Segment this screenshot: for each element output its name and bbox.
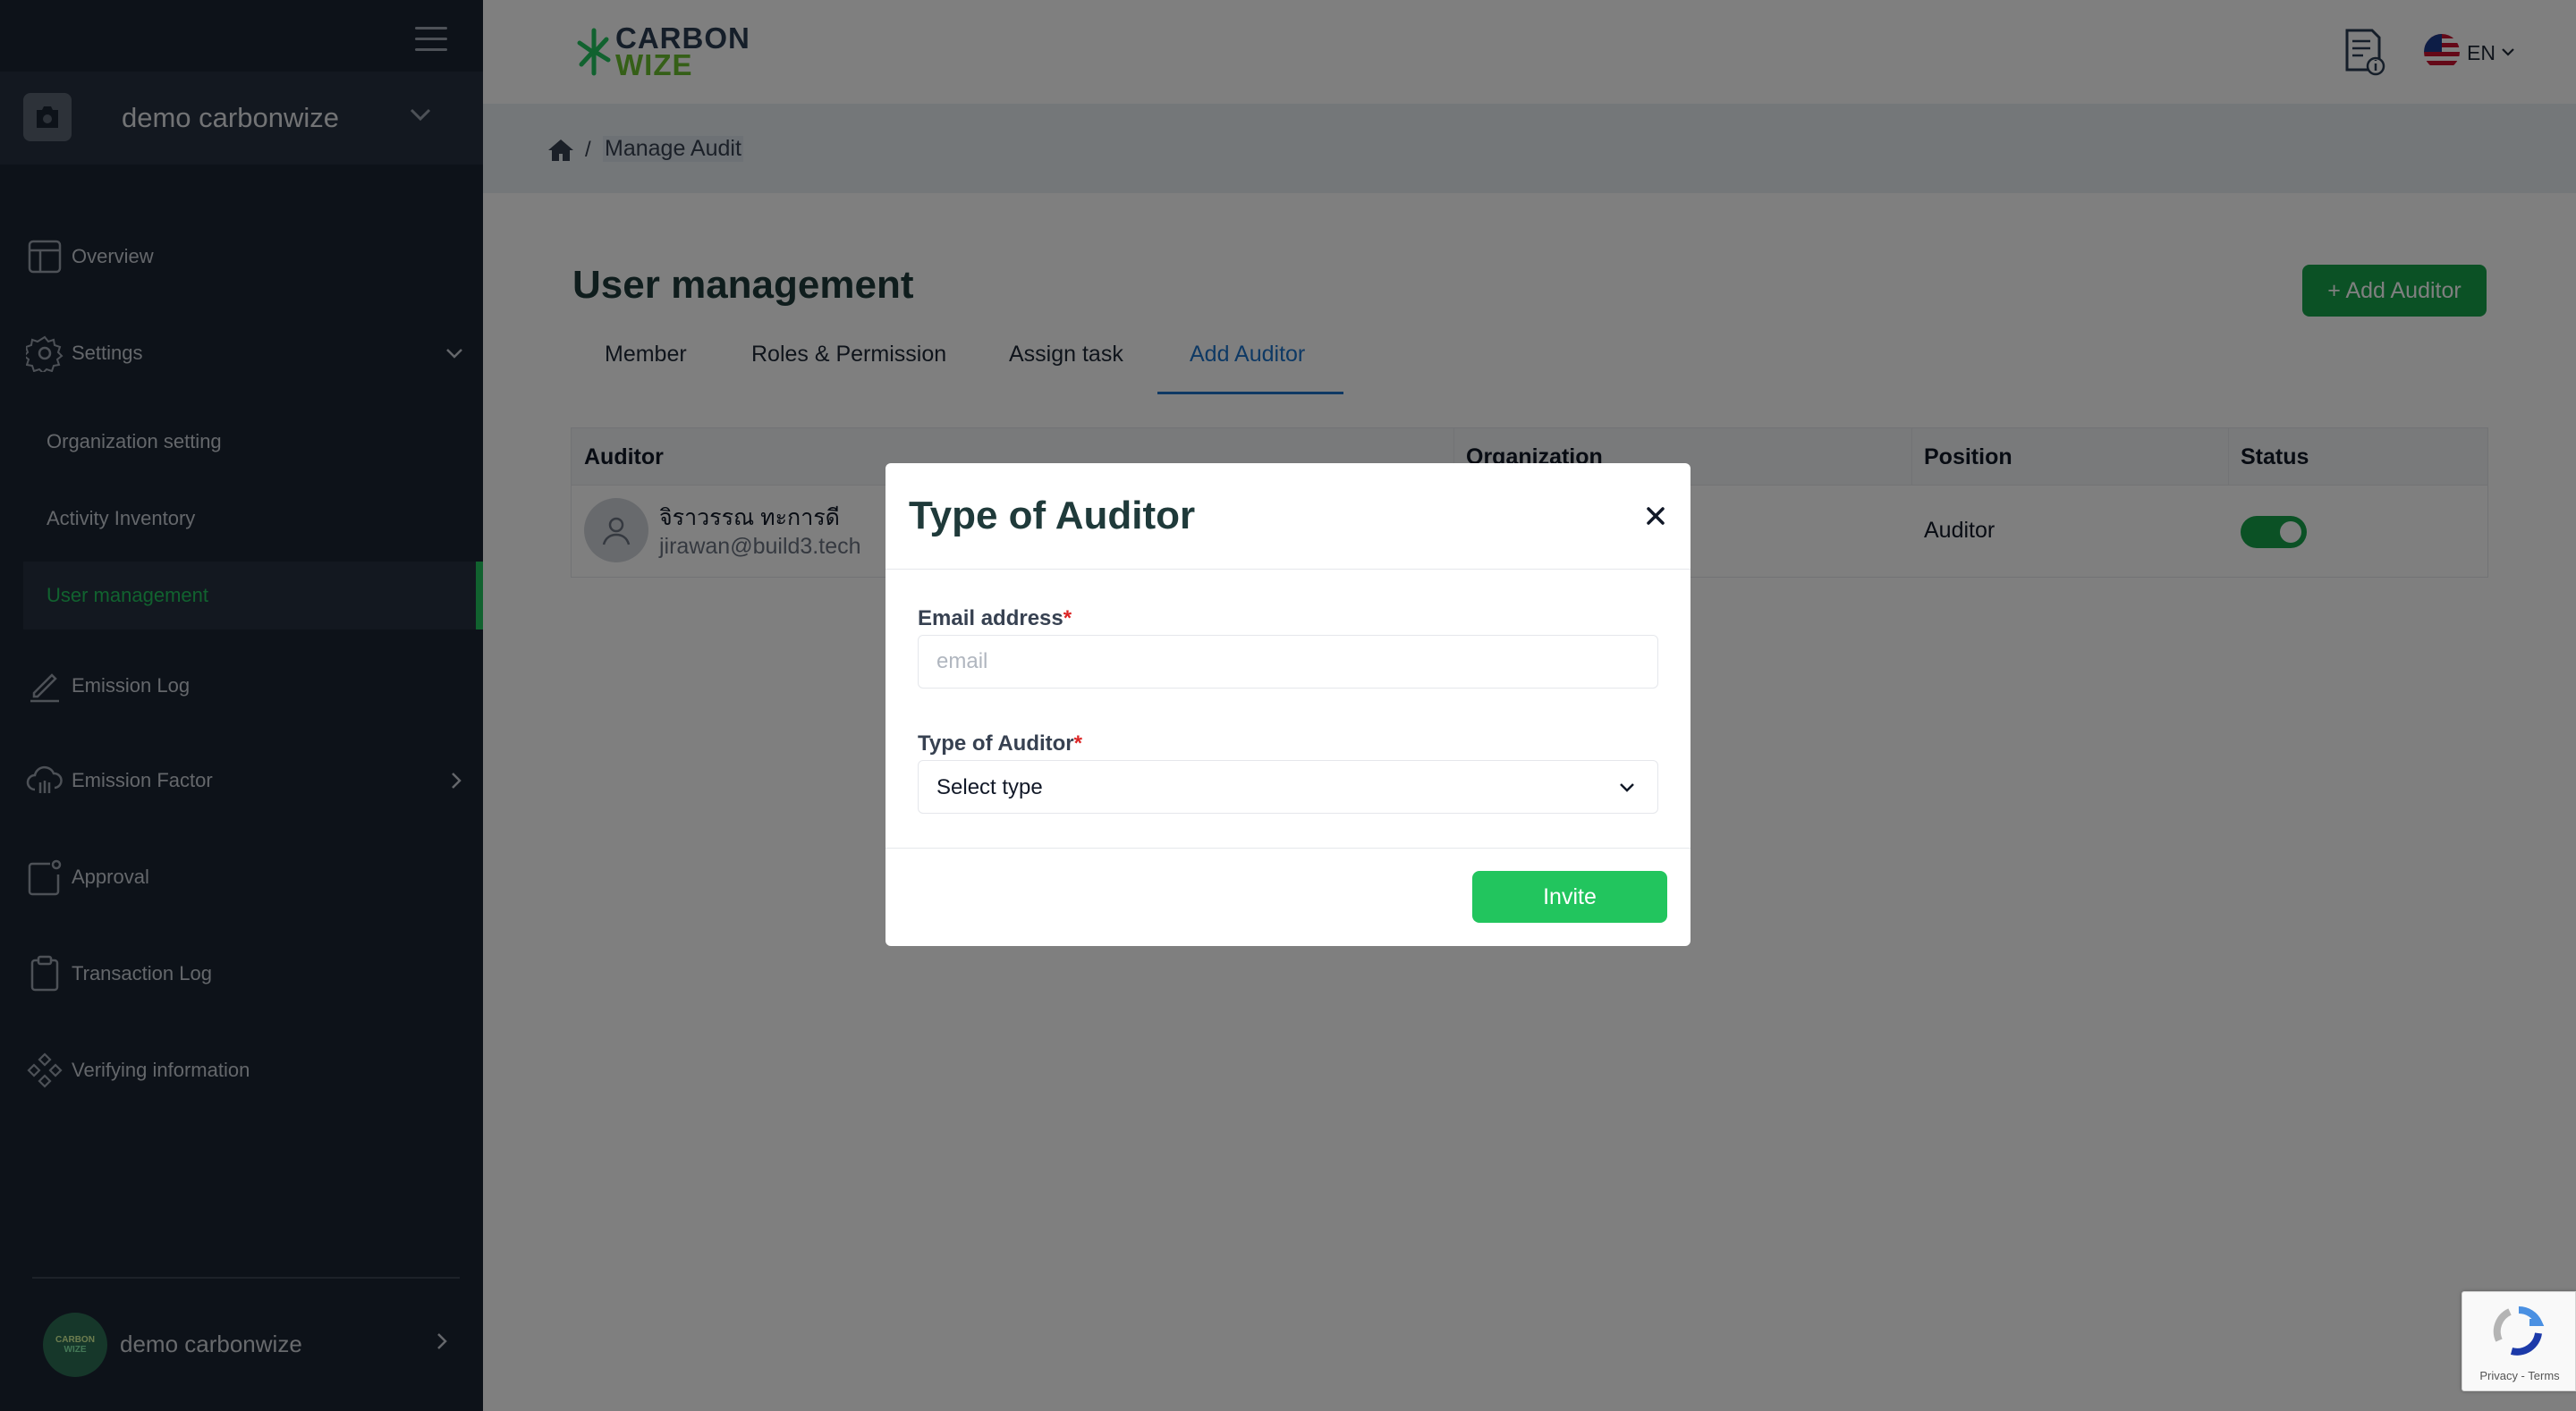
type-of-auditor-modal: Type of Auditor Email address* Type of A…: [886, 463, 1690, 946]
email-label: Email address*: [918, 606, 1072, 631]
recaptcha-badge[interactable]: Privacy - Terms: [2462, 1291, 2576, 1391]
invite-button[interactable]: Invite: [1472, 871, 1667, 923]
auditor-type-label-text: Type of Auditor: [918, 731, 1074, 756]
modal-title: Type of Auditor: [909, 494, 1196, 537]
auditor-type-select[interactable]: Select type: [918, 760, 1658, 814]
required-mark: *: [1073, 731, 1082, 756]
recaptcha-links[interactable]: Privacy - Terms: [2462, 1369, 2576, 1382]
selected-value: Select type: [936, 775, 1043, 799]
recaptcha-icon: [2487, 1305, 2550, 1358]
auditor-type-label: Type of Auditor*: [918, 731, 1082, 756]
modal-divider: [886, 569, 1690, 570]
modal-divider: [886, 848, 1690, 849]
close-icon[interactable]: [1642, 503, 1669, 529]
email-field[interactable]: [918, 635, 1658, 689]
email-label-text: Email address: [918, 606, 1063, 630]
required-mark: *: [1063, 606, 1072, 630]
chevron-down-icon: [1614, 775, 1640, 800]
